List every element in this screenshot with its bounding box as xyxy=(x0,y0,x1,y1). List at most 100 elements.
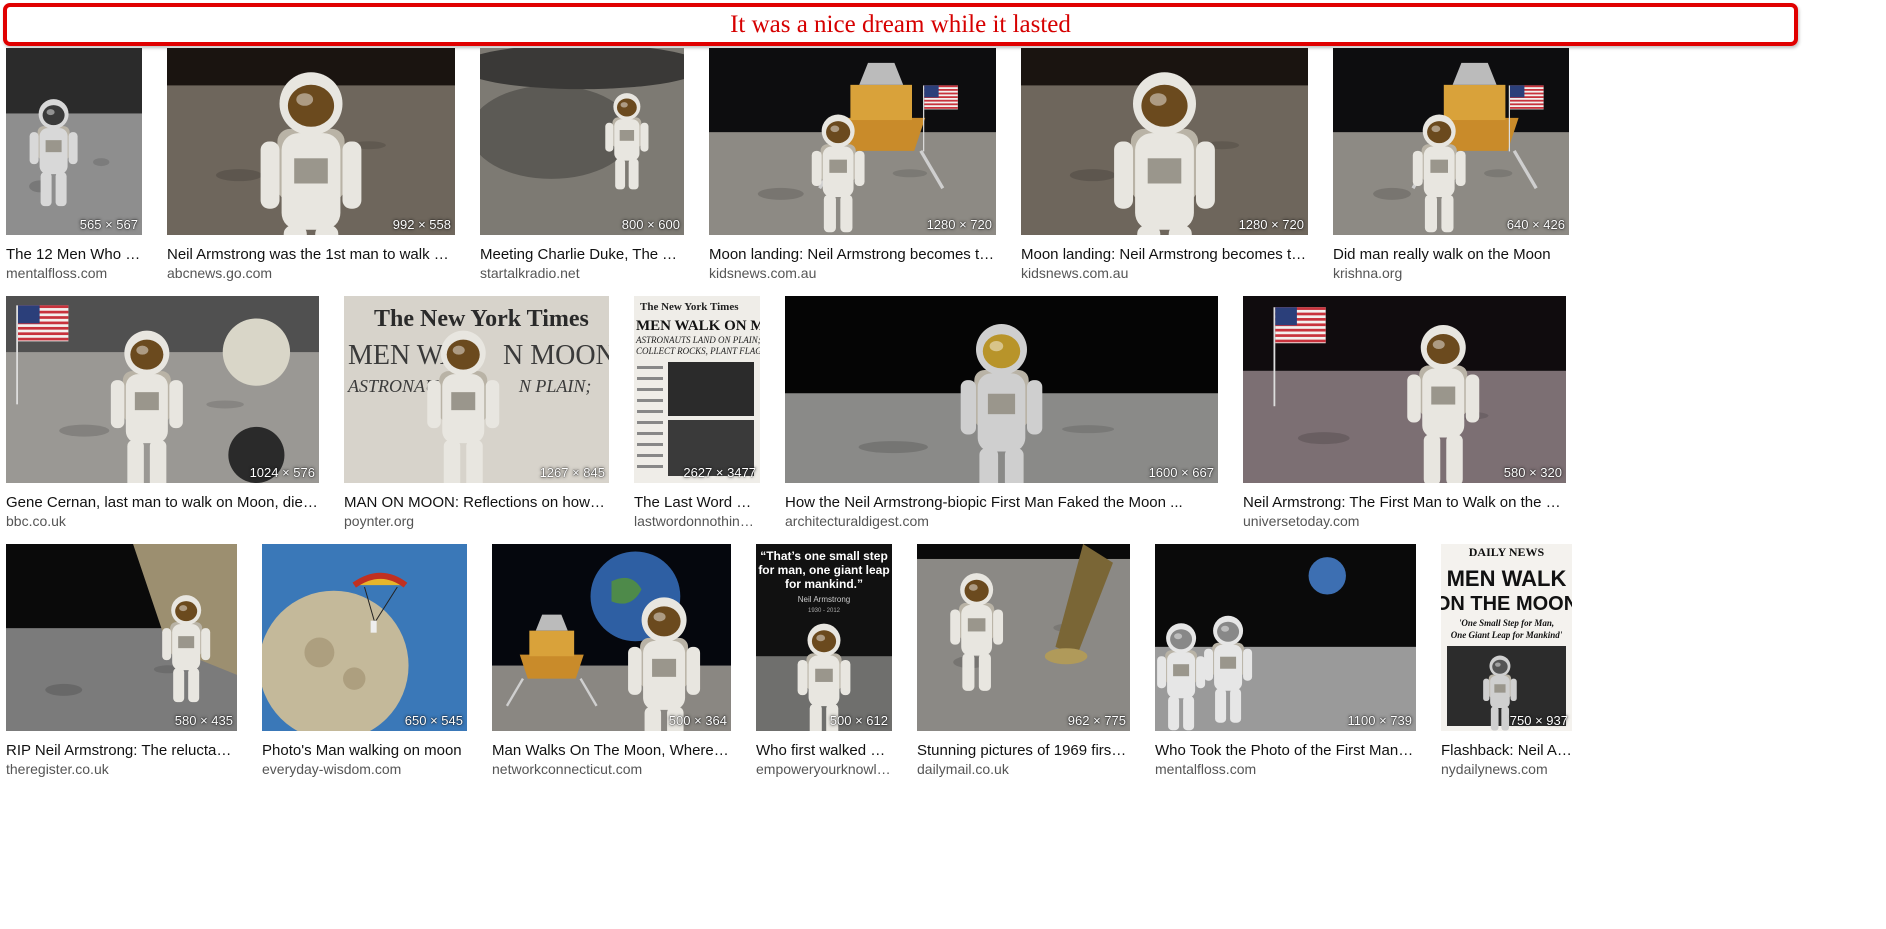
result-thumbnail[interactable]: The New York Times MEN WALK ON MOON ASTR… xyxy=(634,296,760,483)
result-source-domain[interactable]: nydailynews.com xyxy=(1441,761,1572,777)
image-dimensions: 640 × 426 xyxy=(1506,217,1565,232)
result-source-domain[interactable]: mentalfloss.com xyxy=(6,265,142,281)
result-title-link[interactable]: Who Took the Photo of the First Man on t… xyxy=(1155,742,1416,759)
result-source-domain[interactable]: lastwordonnothing.c... xyxy=(634,513,760,529)
svg-text:'One Small Step for Man,: 'One Small Step for Man, xyxy=(1459,618,1554,628)
image-result-card[interactable]: DAILY NEWS MEN WALK ON THE MOON 'One Sma… xyxy=(1441,544,1572,777)
parachute-moon-image xyxy=(262,544,467,731)
result-thumbnail[interactable]: 565 × 567 xyxy=(6,48,142,235)
result-row: 565 × 567 The 12 Men Who Wa... mentalfloss… xyxy=(6,48,1569,281)
result-source-domain[interactable]: theregister.co.uk xyxy=(6,761,237,777)
result-title-link[interactable]: Flashback: Neil Arm... xyxy=(1441,742,1572,759)
lander-ladder-image xyxy=(6,544,237,731)
result-source-domain[interactable]: architecturaldigest.com xyxy=(785,513,1218,529)
result-thumbnail[interactable]: 1600 × 667 xyxy=(785,296,1218,483)
result-title-link[interactable]: Did man really walk on the Moon xyxy=(1333,246,1569,263)
result-source-domain[interactable]: empoweryourknowle... xyxy=(756,761,892,777)
result-thumbnail[interactable]: 580 × 435 xyxy=(6,544,237,731)
image-dimensions: 1280 × 720 xyxy=(1238,217,1304,232)
result-source-domain[interactable]: kidsnews.com.au xyxy=(709,265,996,281)
astronaut-closeup-image xyxy=(167,48,455,235)
image-dimensions: 1100 × 739 xyxy=(1347,713,1412,728)
result-thumbnail[interactable]: 992 × 558 xyxy=(167,48,455,235)
image-result-card[interactable]: 640 × 426 Did man really walk on the Moon… xyxy=(1333,48,1569,281)
result-title-link[interactable]: Neil Armstrong: The First Man to Walk on… xyxy=(1243,494,1566,511)
result-source-domain[interactable]: abcnews.go.com xyxy=(167,265,455,281)
result-source-domain[interactable]: dailymail.co.uk xyxy=(917,761,1130,777)
result-title-link[interactable]: Stunning pictures of 1969 first m... xyxy=(917,742,1130,759)
result-thumbnail[interactable]: 1024 × 576 xyxy=(6,296,319,483)
image-result-card[interactable]: 1280 × 720 Moon landing: Neil Armstrong b… xyxy=(1021,48,1308,281)
image-result-card[interactable]: 500 × 364 Man Walks On The Moon, Where We… xyxy=(492,544,731,777)
result-title-link[interactable]: Neil Armstrong was the 1st man to walk o… xyxy=(167,246,455,263)
image-result-card[interactable]: “That’s one small step for man, one gian… xyxy=(756,544,892,777)
result-thumbnail[interactable]: “That’s one small step for man, one gian… xyxy=(756,544,892,731)
dark-astronaut-image xyxy=(785,296,1218,483)
lander-flag-image xyxy=(1333,48,1569,235)
result-row: 1024 × 576 Gene Cernan, last man to walk … xyxy=(6,296,1566,529)
result-title-link[interactable]: The 12 Men Who Wa... xyxy=(6,246,142,263)
result-source-domain[interactable]: poynter.org xyxy=(344,513,609,529)
image-dimensions: 565 × 567 xyxy=(79,217,138,232)
image-result-card[interactable]: 962 × 775 Stunning pictures of 1969 first… xyxy=(917,544,1130,777)
result-title-link[interactable]: Gene Cernan, last man to walk on Moon, d… xyxy=(6,494,319,511)
image-dimensions: 800 × 600 xyxy=(621,217,680,232)
result-title-link[interactable]: The Last Word On ... xyxy=(634,494,760,511)
result-thumbnail[interactable]: 1280 × 720 xyxy=(709,48,996,235)
result-thumbnail[interactable]: 1100 × 739 xyxy=(1155,544,1416,731)
image-result-card[interactable]: 565 × 567 The 12 Men Who Wa... mentalfloss… xyxy=(6,48,142,281)
result-thumbnail[interactable]: 500 × 364 xyxy=(492,544,731,731)
image-result-card[interactable]: 580 × 320 Neil Armstrong: The First Man t… xyxy=(1243,296,1566,529)
result-source-domain[interactable]: mentalfloss.com xyxy=(1155,761,1416,777)
svg-text:N PLAIN;: N PLAIN; xyxy=(518,376,592,396)
image-dimensions: 962 × 775 xyxy=(1067,713,1126,728)
result-title-link[interactable]: MAN ON MOON: Reflections on how man... xyxy=(344,494,609,511)
image-result-card[interactable]: 800 × 600 Meeting Charlie Duke, The You..… xyxy=(480,48,684,281)
result-source-domain[interactable]: bbc.co.uk xyxy=(6,513,319,529)
result-thumbnail[interactable]: 962 × 775 xyxy=(917,544,1130,731)
image-result-card[interactable]: The New York Times MEN WALK ON MOON ASTR… xyxy=(634,296,760,529)
result-title-link[interactable]: Moon landing: Neil Armstrong becomes the… xyxy=(709,246,996,263)
svg-text:The New York Times: The New York Times xyxy=(640,301,739,313)
image-result-card[interactable]: The New York Times MEN WA N MOON ASTRONA… xyxy=(344,296,609,529)
search-results-page: It was a nice dream while it lasted 565 … xyxy=(0,0,1886,929)
result-thumbnail[interactable]: 1280 × 720 xyxy=(1021,48,1308,235)
svg-text:ASTRONAUTS LAND ON PLAIN;: ASTRONAUTS LAND ON PLAIN; xyxy=(635,335,760,345)
result-thumbnail[interactable]: DAILY NEWS MEN WALK ON THE MOON 'One Sma… xyxy=(1441,544,1572,731)
result-source-domain[interactable]: networkconnecticut.com xyxy=(492,761,731,777)
result-thumbnail[interactable]: 800 × 600 xyxy=(480,48,684,235)
result-source-domain[interactable]: universetoday.com xyxy=(1243,513,1566,529)
image-result-card[interactable]: 992 × 558 Neil Armstrong was the 1st man … xyxy=(167,48,455,281)
result-thumbnail[interactable]: The New York Times MEN WA N MOON ASTRONA… xyxy=(344,296,609,483)
result-title-link[interactable]: RIP Neil Armstrong: The reluctant A... xyxy=(6,742,237,759)
image-dimensions: 1600 × 667 xyxy=(1148,465,1214,480)
image-result-card[interactable]: 1100 × 739 Who Took the Photo of the Firs… xyxy=(1155,544,1416,777)
image-result-card[interactable]: 1280 × 720 Moon landing: Neil Armstrong b… xyxy=(709,48,996,281)
result-title-link[interactable]: Man Walks On The Moon, Where Wer... xyxy=(492,742,731,759)
result-thumbnail[interactable]: 640 × 426 xyxy=(1333,48,1569,235)
result-title-link[interactable]: How the Neil Armstrong-biopic First Man … xyxy=(785,494,1218,511)
result-title-link[interactable]: Who first walked on ... xyxy=(756,742,892,759)
result-title-link[interactable]: Photo's Man walking on moon xyxy=(262,742,467,759)
result-thumbnail[interactable]: 650 × 545 xyxy=(262,544,467,731)
quote-poster-image: “That’s one small step for man, one gian… xyxy=(756,544,892,731)
image-dimensions: 650 × 545 xyxy=(404,713,463,728)
image-result-card[interactable]: 650 × 545 Photo's Man walking on moon ever… xyxy=(262,544,467,777)
result-source-domain[interactable]: krishna.org xyxy=(1333,265,1569,281)
svg-text:COLLECT ROCKS, PLANT FLAG: COLLECT ROCKS, PLANT FLAG xyxy=(636,346,760,356)
image-result-card[interactable]: 580 × 435 RIP Neil Armstrong: The relucta… xyxy=(6,544,237,777)
result-title-link[interactable]: Meeting Charlie Duke, The You... xyxy=(480,246,684,263)
result-title-link[interactable]: Moon landing: Neil Armstrong becomes the… xyxy=(1021,246,1308,263)
earth-astronaut-image xyxy=(492,544,731,731)
result-source-domain[interactable]: kidsnews.com.au xyxy=(1021,265,1308,281)
image-result-card[interactable]: 1024 × 576 Gene Cernan, last man to walk … xyxy=(6,296,319,529)
result-thumbnail[interactable]: 580 × 320 xyxy=(1243,296,1566,483)
svg-text:for mankind.”: for mankind.” xyxy=(785,577,863,591)
result-source-domain[interactable]: startalkradio.net xyxy=(480,265,684,281)
svg-text:MEN WALK ON MOON: MEN WALK ON MOON xyxy=(636,318,760,334)
lander-flag-image xyxy=(709,48,996,235)
daily-news-image: DAILY NEWS MEN WALK ON THE MOON 'One Sma… xyxy=(1441,544,1572,731)
image-dimensions: 2627 × 3477 xyxy=(683,465,756,480)
image-result-card[interactable]: 1600 × 667 How the Neil Armstrong-biopic … xyxy=(785,296,1218,529)
result-source-domain[interactable]: everyday-wisdom.com xyxy=(262,761,467,777)
